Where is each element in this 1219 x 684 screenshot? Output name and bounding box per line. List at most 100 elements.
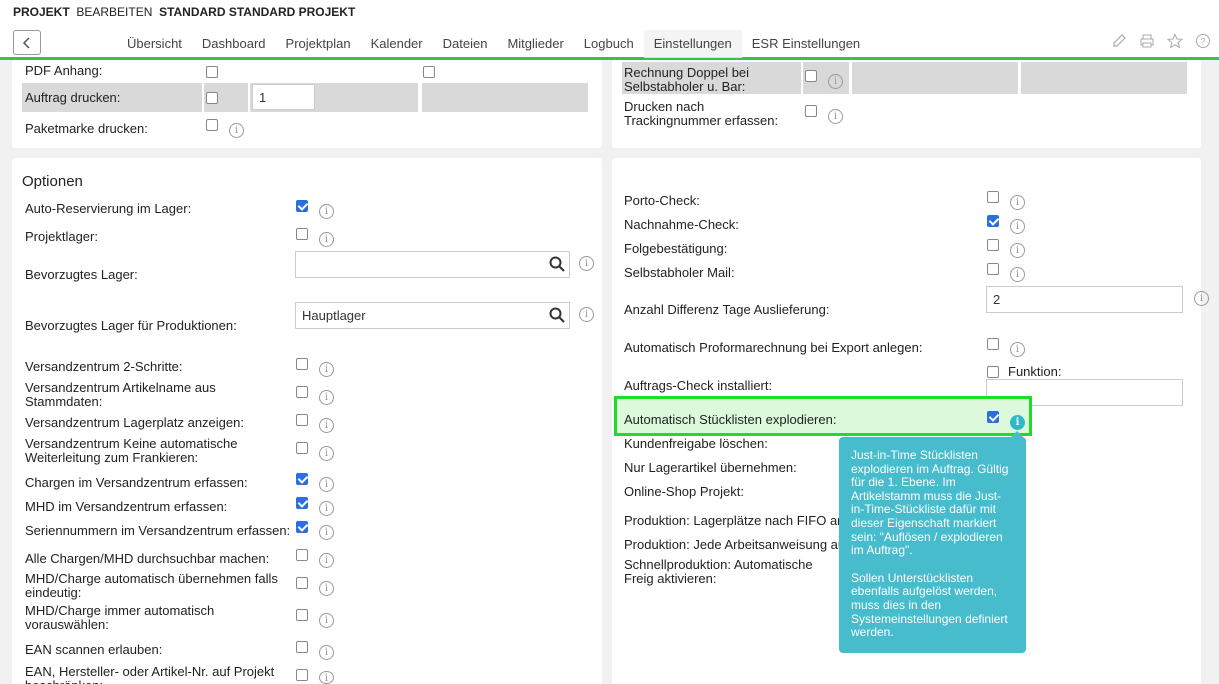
ean-scannen-info-icon[interactable]: i bbox=[319, 645, 334, 660]
top-bar: PROJEKT BEARBEITEN STANDARD STANDARD PRO… bbox=[0, 0, 1219, 60]
auftrag-drucken-extra-bg bbox=[422, 83, 588, 112]
auftrag-drucken-checkbox[interactable] bbox=[206, 92, 218, 104]
bevorzugtes-lager-prod-info-icon[interactable]: i bbox=[579, 307, 594, 322]
vz-2schritte-label: Versandzentrum 2-Schritte: bbox=[25, 359, 183, 374]
auto-reservierung-checkbox[interactable] bbox=[296, 200, 308, 212]
auto-reservierung-label: Auto-Reservierung im Lager: bbox=[25, 201, 192, 216]
vz-lagerplatz-label: Versandzentrum Lagerplatz anzeigen: bbox=[25, 415, 244, 430]
tab-uebersicht[interactable]: Übersicht bbox=[117, 30, 192, 58]
chargen-vz-info-icon[interactable]: i bbox=[319, 477, 334, 492]
search-icon[interactable] bbox=[549, 307, 565, 323]
seriennummern-vz-checkbox[interactable] bbox=[296, 521, 308, 533]
vz-lagerplatz-info-icon[interactable]: i bbox=[319, 418, 334, 433]
mhd-immer-auto-checkbox[interactable] bbox=[296, 609, 308, 621]
selbstabholer-mail-checkbox[interactable] bbox=[987, 263, 999, 275]
pencil-icon[interactable] bbox=[1111, 33, 1127, 49]
printer-icon[interactable] bbox=[1139, 33, 1155, 49]
paketmarke-label: Paketmarke drucken: bbox=[25, 121, 148, 136]
porto-check-info-icon[interactable]: i bbox=[1010, 195, 1025, 210]
auto-reservierung-info-icon[interactable]: i bbox=[319, 204, 334, 219]
vz-2schritte-checkbox[interactable] bbox=[296, 358, 308, 370]
chargen-vz-checkbox[interactable] bbox=[296, 473, 308, 485]
porto-check-checkbox[interactable] bbox=[987, 191, 999, 203]
mhd-auto-eindeutig-label: MHD/Charge automatisch übernehmen falls … bbox=[25, 571, 278, 600]
paketmarke-info-icon[interactable]: i bbox=[229, 123, 244, 138]
tab-projektplan[interactable]: Projektplan bbox=[276, 30, 361, 58]
proforma-label: Automatisch Proformarechnung bei Export … bbox=[624, 340, 923, 355]
projektlager-checkbox[interactable] bbox=[296, 228, 308, 240]
stuecklisten-checkbox[interactable] bbox=[987, 411, 999, 423]
rechnung-doppel-extra-bg bbox=[852, 62, 1018, 94]
rechnung-doppel-label: Rechnung Doppel bei Selbstabholer u. Bar… bbox=[624, 65, 750, 94]
mhd-vz-checkbox[interactable] bbox=[296, 497, 308, 509]
pdf-anhang-checkbox[interactable] bbox=[206, 66, 218, 78]
folgebestaetigung-info-icon[interactable]: i bbox=[1010, 243, 1025, 258]
tab-logbuch[interactable]: Logbuch bbox=[574, 30, 644, 58]
bevorzugtes-lager-info-icon[interactable]: i bbox=[579, 256, 594, 271]
ean-hersteller-info-icon[interactable]: i bbox=[319, 671, 334, 684]
nachnahme-check-checkbox[interactable] bbox=[987, 215, 999, 227]
produktion-fifo-label: Produktion: Lagerplätze nach FIFO an: bbox=[624, 513, 849, 528]
nachnahme-check-label: Nachnahme-Check: bbox=[624, 217, 739, 232]
ean-scannen-checkbox[interactable] bbox=[296, 641, 308, 653]
vz-2schritte-info-icon[interactable]: i bbox=[319, 362, 334, 377]
vz-lagerplatz-checkbox[interactable] bbox=[296, 414, 308, 426]
rechnung-doppel-checkbox[interactable] bbox=[805, 70, 817, 82]
toolbar-icons: ? bbox=[1111, 33, 1211, 49]
rechnung-doppel-extra-bg-2 bbox=[1021, 62, 1187, 94]
back-arrow-icon bbox=[22, 36, 30, 49]
star-icon[interactable] bbox=[1167, 33, 1183, 49]
proforma-info-icon[interactable]: i bbox=[1010, 342, 1025, 357]
vz-artikelname-checkbox[interactable] bbox=[296, 386, 308, 398]
ean-hersteller-label: EAN, Hersteller- oder Artikel-Nr. auf Pr… bbox=[25, 665, 275, 684]
online-shop-label: Online-Shop Projekt: bbox=[624, 484, 744, 499]
folgebestaetigung-checkbox[interactable] bbox=[987, 239, 999, 251]
drucken-tracking-checkbox[interactable] bbox=[805, 105, 817, 117]
tooltip-paragraph-2: Sollen Unterstücklisten ebenfalls aufgel… bbox=[851, 570, 1008, 640]
rechnung-doppel-info-icon[interactable]: i bbox=[828, 74, 843, 89]
tab-dashboard[interactable]: Dashboard bbox=[192, 30, 276, 58]
auftrag-drucken-count-input[interactable]: 1 bbox=[252, 84, 315, 110]
stuecklisten-info-icon[interactable]: i bbox=[1010, 415, 1025, 430]
projektlager-info-icon[interactable]: i bbox=[319, 232, 334, 247]
mhd-auto-eindeutig-checkbox[interactable] bbox=[296, 577, 308, 589]
crumb-projekt[interactable]: PROJEKT bbox=[13, 5, 70, 19]
search-icon[interactable] bbox=[549, 256, 565, 272]
alle-chargen-checkbox[interactable] bbox=[296, 549, 308, 561]
nachnahme-check-info-icon[interactable]: i bbox=[1010, 219, 1025, 234]
tab-kalender[interactable]: Kalender bbox=[361, 30, 433, 58]
drucken-tracking-info-icon[interactable]: i bbox=[828, 109, 843, 124]
paketmarke-checkbox[interactable] bbox=[206, 119, 218, 131]
ean-hersteller-checkbox[interactable] bbox=[296, 669, 308, 681]
anzahl-differenz-label: Anzahl Differenz Tage Auslieferung: bbox=[624, 302, 830, 317]
ean-scannen-label: EAN scannen erlauben: bbox=[25, 642, 163, 657]
anzahl-differenz-info-icon[interactable]: i bbox=[1194, 291, 1209, 306]
anzahl-differenz-input[interactable]: 2 bbox=[986, 286, 1183, 313]
stuecklisten-label: Automatisch Stücklisten explodieren: bbox=[624, 412, 837, 427]
vz-keine-weiterleitung-checkbox[interactable] bbox=[296, 442, 308, 454]
pdf-anhang-checkbox-2[interactable] bbox=[423, 66, 435, 78]
mhd-vz-info-icon[interactable]: i bbox=[319, 501, 334, 516]
bevorzugtes-lager-prod-input[interactable]: Hauptlager bbox=[295, 302, 570, 329]
funktion-checkbox[interactable] bbox=[987, 366, 999, 378]
tab-esr-einstellungen[interactable]: ESR Einstellungen bbox=[742, 30, 870, 58]
tab-einstellungen[interactable]: Einstellungen bbox=[643, 30, 742, 58]
back-button[interactable] bbox=[13, 30, 41, 55]
folgebestaetigung-label: Folgebestätigung: bbox=[624, 241, 728, 256]
help-icon[interactable]: ? bbox=[1195, 33, 1211, 49]
mhd-immer-auto-info-icon[interactable]: i bbox=[319, 613, 334, 628]
svg-text:?: ? bbox=[1200, 37, 1205, 47]
seriennummern-vz-info-icon[interactable]: i bbox=[319, 525, 334, 540]
selbstabholer-mail-info-icon[interactable]: i bbox=[1010, 267, 1025, 282]
mhd-auto-eindeutig-info-icon[interactable]: i bbox=[319, 581, 334, 596]
alle-chargen-info-icon[interactable]: i bbox=[319, 553, 334, 568]
vz-keine-weiterleitung-info-icon[interactable]: i bbox=[319, 446, 334, 461]
mhd-vz-label: MHD im Versandzentrum erfassen: bbox=[25, 499, 228, 514]
tab-mitglieder[interactable]: Mitglieder bbox=[497, 30, 573, 58]
tooltip-paragraph-1: Just-in-Time Stücklisten explodieren im … bbox=[851, 448, 1009, 558]
vz-artikelname-info-icon[interactable]: i bbox=[319, 390, 334, 405]
tab-dateien[interactable]: Dateien bbox=[433, 30, 498, 58]
porto-check-label: Porto-Check: bbox=[624, 193, 700, 208]
bevorzugtes-lager-input[interactable] bbox=[295, 251, 570, 278]
proforma-checkbox[interactable] bbox=[987, 338, 999, 350]
